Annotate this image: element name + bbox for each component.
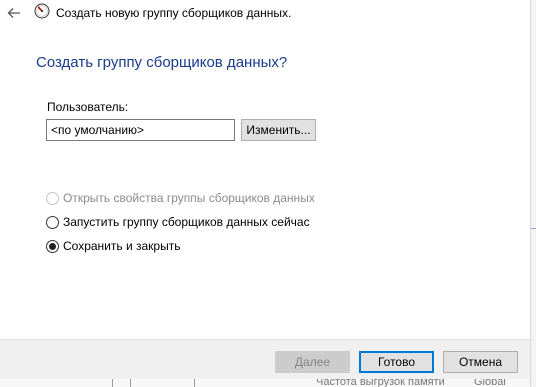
option-save-close-label[interactable]: Сохранить и закрыть [63, 239, 180, 253]
background-divider [112, 379, 113, 387]
finish-button[interactable]: Готово [359, 351, 434, 373]
window-title: Создать новую группу сборщиков данных. [56, 6, 292, 20]
background-divider [194, 379, 195, 387]
radio-open-properties [46, 191, 59, 205]
option-save-close[interactable]: Сохранить и закрыть [46, 238, 180, 254]
next-button: Далее [275, 351, 350, 373]
option-open-properties-label: Открыть свойства группы сборщиков данных [63, 191, 315, 205]
background-text-left: Частота выгрузок памяти [316, 379, 445, 387]
background-text-right: Global [474, 379, 506, 387]
background-window-mark [531, 228, 536, 229]
radio-start-now[interactable] [46, 215, 59, 229]
back-button[interactable] [4, 4, 24, 22]
title-bar: Создать новую группу сборщиков данных. [0, 0, 536, 28]
option-start-now-label[interactable]: Запустить группу сборщиков данных сейчас [63, 215, 310, 229]
radio-selected-dot [49, 242, 56, 250]
user-label: Пользователь: [47, 100, 129, 114]
radio-save-close[interactable] [46, 239, 59, 253]
option-start-now[interactable]: Запустить группу сборщиков данных сейчас [46, 214, 310, 230]
back-arrow-icon [7, 8, 20, 18]
cancel-button[interactable]: Отмена [443, 351, 518, 373]
window-border [530, 0, 536, 387]
performance-monitor-gauge-icon [34, 3, 50, 19]
option-open-properties: Открыть свойства группы сборщиков данных [46, 190, 315, 206]
background-window-strip: Частота выгрузок памяти Global [0, 379, 530, 387]
change-user-button[interactable]: Изменить... [241, 119, 316, 141]
user-field[interactable] [46, 119, 235, 141]
page-heading: Создать группу сборщиков данных? [36, 54, 288, 71]
background-divider [130, 379, 131, 387]
